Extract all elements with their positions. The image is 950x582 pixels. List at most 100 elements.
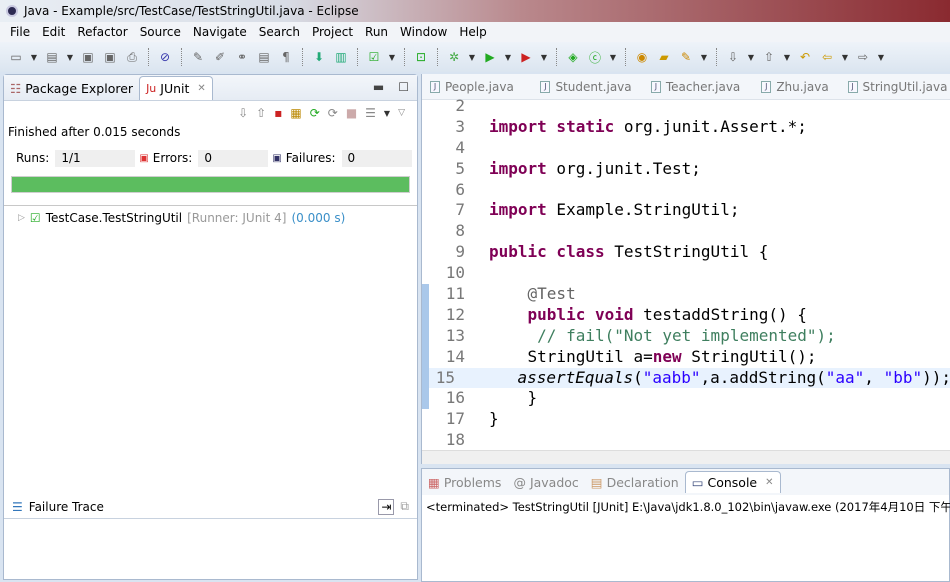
tab-people-java[interactable]: J People.java bbox=[422, 80, 532, 94]
next-annotation-icon[interactable]: ⇩ bbox=[725, 49, 741, 65]
expand-icon[interactable]: ▷ bbox=[18, 213, 25, 223]
menu-project[interactable]: Project bbox=[306, 25, 359, 39]
debug-dropdown-icon[interactable]: ▼ bbox=[468, 49, 476, 65]
next-failure-icon[interactable]: ⇩ bbox=[238, 106, 248, 120]
prev-annotation-icon[interactable]: ⇧ bbox=[761, 49, 777, 65]
code-line[interactable]: 16 } bbox=[422, 388, 950, 410]
print-icon[interactable]: ⎙ bbox=[124, 49, 140, 65]
tab-student-java[interactable]: J Student.java bbox=[532, 80, 642, 94]
new-java-project-icon[interactable]: ◈ bbox=[565, 49, 581, 65]
forward-dropdown-icon[interactable]: ▼ bbox=[877, 49, 885, 65]
tab-zhu-java[interactable]: J Zhu.java bbox=[753, 80, 839, 94]
prev-dropdown-icon[interactable]: ▼ bbox=[783, 49, 791, 65]
filter-stack-icon[interactable]: ⇥ bbox=[378, 498, 395, 515]
menu-edit[interactable]: Edit bbox=[36, 25, 71, 39]
save-all-icon[interactable]: ▣ bbox=[102, 49, 118, 65]
back-dropdown-icon[interactable]: ▼ bbox=[841, 49, 849, 65]
external-dropdown-icon[interactable]: ▼ bbox=[540, 49, 548, 65]
code-line[interactable]: 13 // fail("Not yet implemented"); bbox=[422, 325, 950, 347]
code-line[interactable]: 12 public void testaddString() { bbox=[422, 304, 950, 326]
menu-window[interactable]: Window bbox=[394, 25, 453, 39]
code-line[interactable]: 6 bbox=[422, 180, 950, 201]
new-file-dropdown-icon[interactable]: ▼ bbox=[66, 49, 74, 65]
code-area[interactable]: 23⊖import static org.junit.Assert.*;45im… bbox=[422, 96, 950, 451]
save-icon[interactable]: ▣ bbox=[80, 49, 96, 65]
next-dropdown-icon[interactable]: ▼ bbox=[747, 49, 755, 65]
pen-icon[interactable]: ✐ bbox=[212, 49, 228, 65]
history-dropdown-icon[interactable]: ▼ bbox=[384, 109, 390, 118]
skip-breakpoints-icon[interactable]: ⊘ bbox=[157, 49, 173, 65]
new-dropdown-icon[interactable]: ▼ bbox=[609, 49, 617, 65]
menu-help[interactable]: Help bbox=[453, 25, 492, 39]
problems-icon: ▦ bbox=[428, 474, 440, 490]
open-folder-icon[interactable]: ▰ bbox=[656, 49, 672, 65]
tab-package-explorer[interactable]: ☷ Package Explorer bbox=[4, 77, 139, 100]
run-icon[interactable]: ▶ bbox=[482, 49, 498, 65]
code-line[interactable]: 8 bbox=[422, 221, 950, 242]
minimize-icon[interactable]: ▬ bbox=[373, 80, 384, 94]
rerun-icon[interactable]: ⟳ bbox=[310, 106, 320, 120]
menu-file[interactable]: File bbox=[4, 25, 36, 39]
code-line[interactable]: 14 StringUtil a=new StringUtil(); bbox=[422, 346, 950, 368]
tab-junit[interactable]: Ju JUnit ✕ bbox=[139, 76, 213, 100]
code-line[interactable]: 5 import org.junit.Test; bbox=[422, 159, 950, 180]
close-icon[interactable]: ✕ bbox=[765, 477, 773, 488]
compare-icon[interactable]: ⧉ bbox=[400, 499, 409, 514]
forward-icon[interactable]: ⇨ bbox=[855, 49, 871, 65]
run-dropdown-icon[interactable]: ▼ bbox=[504, 49, 512, 65]
last-edit-icon[interactable]: ↶ bbox=[797, 49, 813, 65]
external-tools-icon[interactable]: ▶ bbox=[518, 49, 534, 65]
menu-navigate[interactable]: Navigate bbox=[187, 25, 253, 39]
open-type-icon[interactable]: ◉ bbox=[634, 49, 650, 65]
block-icon[interactable]: ▤ bbox=[256, 49, 272, 65]
code-line[interactable]: 17} bbox=[422, 409, 950, 430]
tab-console[interactable]: ▭ Console ✕ bbox=[684, 471, 781, 493]
close-icon[interactable]: ✕ bbox=[197, 83, 205, 94]
new-file-icon[interactable]: ▤ bbox=[44, 49, 60, 65]
code-editor[interactable]: J People.java J Student.java J Teacher.java… bbox=[421, 74, 950, 464]
code-line[interactable]: 3⊖import static org.junit.Assert.*; bbox=[422, 117, 950, 138]
code-line[interactable]: 2 bbox=[422, 96, 950, 117]
code-line[interactable]: 7 import Example.StringUtil; bbox=[422, 200, 950, 221]
stop-icon[interactable]: ■ bbox=[346, 106, 357, 120]
code-line[interactable]: 18 bbox=[422, 430, 950, 451]
view-menu-icon[interactable]: ▽ bbox=[398, 108, 405, 118]
tab-problems[interactable]: ▦ Problems bbox=[422, 472, 507, 493]
horizontal-scrollbar[interactable] bbox=[422, 450, 950, 464]
code-line[interactable]: 9 public class TestStringUtil { bbox=[422, 242, 950, 263]
tab-javadoc[interactable]: @ Javadoc bbox=[507, 472, 584, 493]
menu-source[interactable]: Source bbox=[134, 25, 187, 39]
task-dropdown-icon[interactable]: ▼ bbox=[388, 49, 396, 65]
task-icon[interactable]: ☑ bbox=[366, 49, 382, 65]
search-icon[interactable]: ✎ bbox=[678, 49, 694, 65]
menu-search[interactable]: Search bbox=[253, 25, 306, 39]
code-line[interactable]: 11⊖ @Test bbox=[422, 284, 950, 305]
android-device-icon[interactable]: ▥ bbox=[333, 49, 349, 65]
code-line[interactable]: 10 bbox=[422, 263, 950, 284]
android-download-icon[interactable]: ⬇ bbox=[311, 49, 327, 65]
code-line[interactable]: 4 bbox=[422, 138, 950, 159]
debug-icon[interactable]: ✲ bbox=[446, 49, 462, 65]
scroll-lock-icon[interactable]: ▦ bbox=[290, 106, 301, 120]
tab-teacher-java[interactable]: J Teacher.java bbox=[643, 80, 753, 94]
new-icon[interactable]: ▭ bbox=[8, 49, 24, 65]
test-tree-item[interactable]: ▷ ☑ TestCase.TestStringUtil [Runner: JUn… bbox=[4, 209, 417, 227]
new-package-icon[interactable]: ⓒ bbox=[587, 49, 603, 65]
rerun-failed-icon[interactable]: ⟳ bbox=[328, 106, 338, 120]
menu-refactor[interactable]: Refactor bbox=[71, 25, 133, 39]
toggle-icon[interactable]: ✎ bbox=[190, 49, 206, 65]
show-failures-only-icon[interactable]: ▪ bbox=[274, 106, 282, 120]
new-dropdown-icon[interactable]: ▼ bbox=[30, 49, 38, 65]
new-class-icon[interactable]: ⊡ bbox=[413, 49, 429, 65]
code-line[interactable]: 15 assertEquals("aabb",a.addString("aa",… bbox=[422, 367, 950, 389]
search-dropdown-icon[interactable]: ▼ bbox=[700, 49, 708, 65]
tab-declaration[interactable]: ▤ Declaration bbox=[585, 472, 685, 493]
history-icon[interactable]: ☰ bbox=[365, 106, 376, 120]
menu-run[interactable]: Run bbox=[359, 25, 394, 39]
pilcrow-icon[interactable]: ¶ bbox=[278, 49, 294, 65]
tab-stringutil-java[interactable]: J StringUtil.java bbox=[840, 80, 950, 94]
link-icon[interactable]: ⚭ bbox=[234, 49, 250, 65]
back-icon[interactable]: ⇦ bbox=[819, 49, 835, 65]
previous-failure-icon[interactable]: ⇧ bbox=[256, 106, 266, 120]
maximize-icon[interactable]: ☐ bbox=[398, 80, 409, 94]
